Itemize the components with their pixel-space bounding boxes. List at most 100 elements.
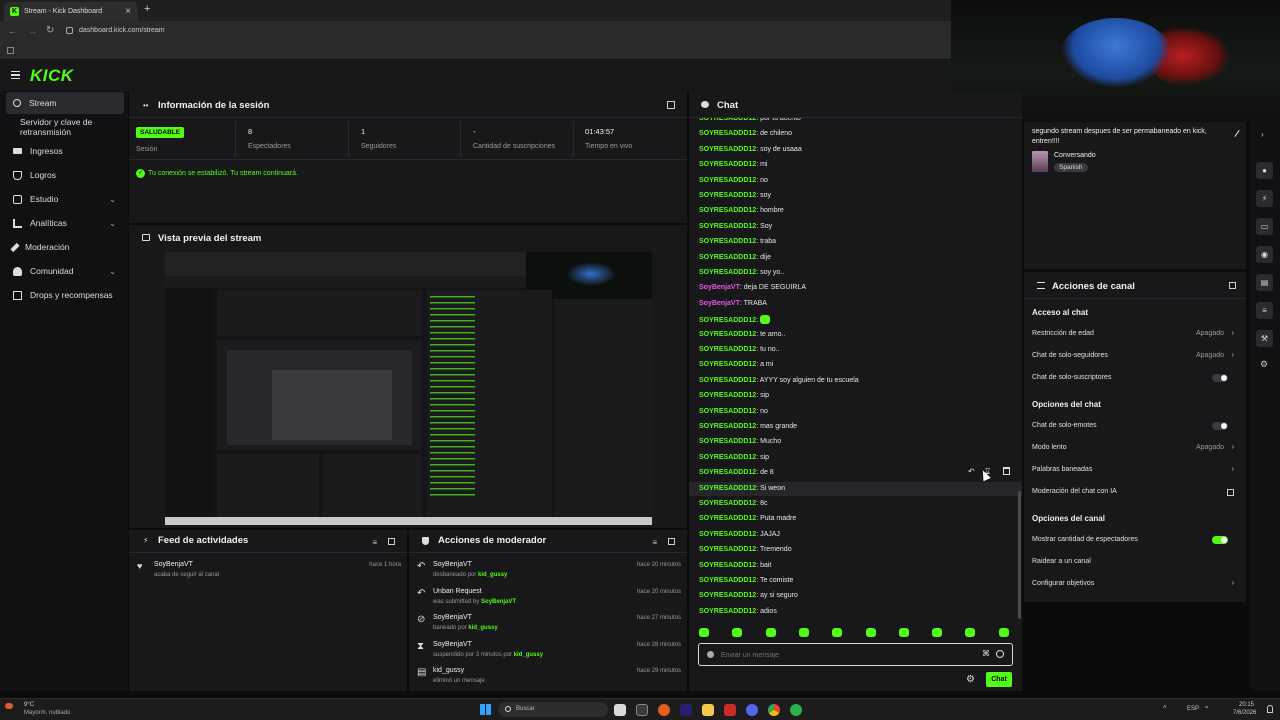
- emote-shortcut-icon[interactable]: [898, 628, 909, 637]
- emote-shortcut-icon[interactable]: [798, 628, 809, 637]
- chat-username[interactable]: SOYRESADDD12: [699, 331, 756, 338]
- chat-message[interactable]: SOYRESADDD12: de 8: [699, 469, 774, 476]
- mod-action-actor[interactable]: kid_gussy: [514, 652, 543, 658]
- chat-message[interactable]: SOYRESADDD12: adios: [699, 608, 777, 615]
- category-thumbnail[interactable]: [1032, 151, 1048, 172]
- chat-username[interactable]: SOYRESADDD12: [699, 469, 756, 476]
- chat-username[interactable]: SOYRESADDD12: [699, 238, 756, 245]
- category-name[interactable]: Conversando: [1054, 152, 1096, 159]
- popout-icon[interactable]: [388, 538, 395, 545]
- taskbar-search[interactable]: Buscar: [498, 702, 608, 717]
- channel-setting-row[interactable]: Chat de solo-suscriptores: [1032, 374, 1238, 386]
- chevron-down-icon[interactable]: ⌄: [109, 219, 116, 228]
- command-icon[interactable]: ⌘: [982, 649, 990, 658]
- chat-username[interactable]: SOYRESADDD12: [699, 392, 756, 399]
- discord-icon[interactable]: [746, 704, 758, 716]
- chat-message[interactable]: SOYRESADDD12: tu no..: [699, 346, 780, 353]
- activity-item[interactable]: ♥ SoyBenjaVT acaba de seguir al canal ha…: [137, 560, 403, 582]
- chat-message[interactable]: SOYRESADDD12:: [699, 315, 771, 325]
- chat-username[interactable]: SOYRESADDD12: [699, 118, 756, 122]
- chat-username[interactable]: SOYRESADDD12: [699, 317, 756, 324]
- clock-time[interactable]: 20:15: [1239, 702, 1254, 708]
- sidebar-item-stream[interactable]: Stream: [6, 92, 124, 114]
- chat-message[interactable]: SOYRESADDD12: Te comiste: [699, 577, 793, 584]
- chat-username[interactable]: SOYRESADDD12: [699, 408, 756, 415]
- activity-user[interactable]: SoyBenjaVT: [154, 561, 193, 568]
- rail-settings-icon[interactable]: ⚙: [1260, 359, 1268, 370]
- chat-message[interactable]: SOYRESADDD12: Soy: [699, 223, 772, 230]
- stream-preview-video[interactable]: [165, 252, 652, 525]
- rail-camera-icon[interactable]: ●: [1256, 162, 1273, 179]
- chat-username[interactable]: SOYRESADDD12: [699, 546, 756, 553]
- toggle-switch[interactable]: [1212, 374, 1228, 382]
- chat-username[interactable]: SOYRESADDD12: [699, 146, 756, 153]
- delete-icon[interactable]: [1003, 467, 1010, 475]
- emote-shortcut-icon[interactable]: [832, 628, 843, 637]
- chat-username[interactable]: SOYRESADDD12: [699, 485, 756, 492]
- chevron-down-icon[interactable]: ⌄: [109, 267, 116, 276]
- url-field[interactable]: dashboard.kick.com/stream: [79, 27, 165, 34]
- sidebar-item-server-key[interactable]: Servidor y clave de retransmisión: [6, 116, 128, 138]
- taskview-icon[interactable]: [614, 704, 626, 716]
- wifi-icon[interactable]: ≈: [1205, 705, 1208, 711]
- chat-username[interactable]: SOYRESADDD12: [699, 192, 756, 199]
- mod-action-actor[interactable]: kid_gussy: [468, 625, 497, 631]
- chat-username[interactable]: SOYRESADDD12: [699, 361, 756, 368]
- chat-message[interactable]: SOYRESADDD12: ay si seguro: [699, 592, 798, 599]
- chat-message[interactable]: SOYRESADDD12: te amo..: [699, 331, 785, 338]
- emote-shortcut-icon[interactable]: [699, 628, 709, 637]
- chat-message[interactable]: SoyBenjaVT: TRABA: [699, 300, 767, 307]
- chat-username[interactable]: SOYRESADDD12: [699, 592, 756, 599]
- app-green-icon[interactable]: [790, 704, 802, 716]
- chat-message[interactable]: SOYRESADDD12: no: [699, 177, 768, 184]
- rail-bolt-icon[interactable]: ⚡︎: [1256, 190, 1273, 207]
- chevron-right-icon[interactable]: ›: [1232, 352, 1234, 359]
- sidebar-item-ingresos[interactable]: Ingresos: [6, 140, 124, 162]
- emote-shortcut-icon[interactable]: [765, 628, 776, 637]
- chat-username[interactable]: SOYRESADDD12: [699, 562, 756, 569]
- emote-shortcut-icon[interactable]: [865, 628, 876, 637]
- channel-setting-row[interactable]: Restricción de edad Apagado ›: [1032, 330, 1238, 342]
- chat-username[interactable]: SOYRESADDD12: [699, 130, 756, 137]
- chat-username[interactable]: SOYRESADDD12: [699, 423, 756, 430]
- reply-icon[interactable]: ↶: [968, 467, 975, 476]
- chat-message[interactable]: SOYRESADDD12: sip: [699, 392, 769, 399]
- rail-gift-icon[interactable]: ▤: [1256, 274, 1273, 291]
- channel-setting-row[interactable]: Raidear a un canal: [1032, 558, 1238, 570]
- chat-message[interactable]: SOYRESADDD12: bait: [699, 562, 771, 569]
- edit-icon[interactable]: [1230, 127, 1240, 137]
- chat-message-field[interactable]: [721, 648, 971, 662]
- chat-username[interactable]: SOYRESADDD12: [699, 608, 756, 615]
- emote-shortcut-icon[interactable]: [965, 628, 976, 637]
- settings-gear-icon[interactable]: ⚙: [966, 674, 975, 685]
- external-link-icon[interactable]: [1227, 489, 1234, 496]
- rail-clip-icon[interactable]: ▭: [1256, 218, 1273, 235]
- chat-username[interactable]: SOYRESADDD12: [699, 454, 756, 461]
- chat-message[interactable]: SOYRESADDD12: soy de usaaa: [699, 146, 802, 153]
- chat-message[interactable]: SOYRESADDD12: AYYY soy alguien de tu esc…: [699, 377, 859, 384]
- chevron-right-icon[interactable]: ›: [1232, 444, 1234, 451]
- clock-date[interactable]: 7/6/2026: [1233, 710, 1256, 716]
- file-explorer-icon[interactable]: [702, 704, 714, 716]
- chat-username[interactable]: SOYRESADDD12: [699, 515, 756, 522]
- filter-icon[interactable]: ≡: [372, 538, 377, 547]
- chat-message[interactable]: SOYRESADDD12: traba: [699, 238, 776, 245]
- popout-icon[interactable]: [1229, 282, 1236, 289]
- chat-username[interactable]: SOYRESADDD12: [699, 531, 756, 538]
- chat-message[interactable]: SOYRESADDD12: no: [699, 408, 768, 415]
- chat-message[interactable]: SoyBenjaVT: deja DE SEGUIRLA: [699, 284, 806, 291]
- channel-setting-row[interactable]: Configurar objetivos ›: [1032, 580, 1238, 592]
- chat-message[interactable]: SOYRESADDD12: Tremendo: [699, 546, 792, 553]
- mod-action-title[interactable]: Unban Request: [433, 588, 482, 595]
- menu-icon[interactable]: [11, 71, 20, 79]
- chat-input[interactable]: ⌘: [698, 643, 1013, 666]
- mod-action-title[interactable]: SoyBenjaVT: [433, 561, 472, 568]
- chat-username[interactable]: SOYRESADDD12: [699, 269, 756, 276]
- app-premiere-icon[interactable]: [680, 704, 692, 716]
- notification-icon[interactable]: [1267, 705, 1273, 713]
- emote-shortcut-icon[interactable]: [998, 628, 1009, 637]
- chat-message[interactable]: SOYRESADDD12: de chileno: [699, 130, 792, 137]
- language-indicator[interactable]: ESP: [1187, 706, 1199, 712]
- channel-setting-row[interactable]: Chat de solo-seguidores Apagado ›: [1032, 352, 1238, 364]
- browser-tab[interactable]: K Stream - Kick Dashboard ×: [4, 2, 138, 21]
